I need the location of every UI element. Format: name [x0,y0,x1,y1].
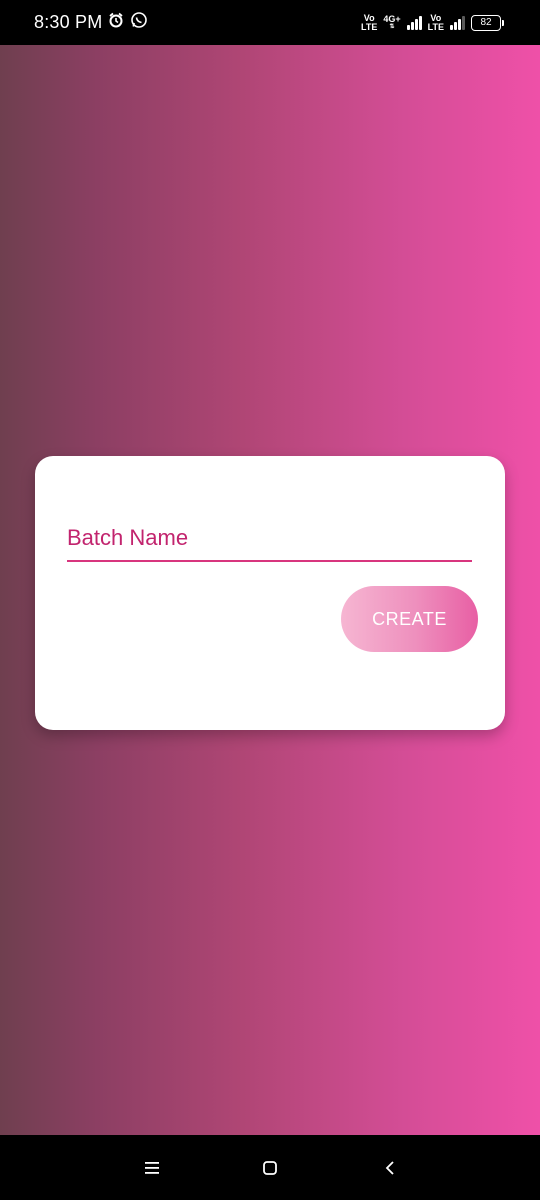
home-icon[interactable] [255,1155,285,1181]
back-icon[interactable] [375,1155,405,1181]
alarm-icon [108,12,124,33]
status-right: Vo LTE 4G+ ⇅ Vo LTE 82 [361,12,504,32]
battery-level: 82 [471,14,501,31]
batch-name-input[interactable] [67,516,472,560]
whatsapp-icon [130,11,148,34]
battery-icon: 82 [471,14,504,31]
gradient-background: CREATE [0,45,540,1135]
signal-strength-icon [406,15,422,30]
create-batch-card: CREATE [35,456,505,730]
signal-strength-icon-2 [450,15,465,30]
volte-label-1: Vo LTE [361,12,378,32]
create-button[interactable]: CREATE [341,586,478,652]
batch-name-field[interactable] [67,516,472,562]
status-time: 8:30 PM [34,12,103,32]
menu-icon[interactable] [137,1155,167,1181]
volte-label-2: Vo LTE [427,12,444,32]
status-bar: 8:30 PM Vo LTE 4G+ ⇅ Vo LTE 82 [0,0,540,45]
status-left: 8:30 PM [34,11,148,34]
network-type-label: 4G+ ⇅ [383,14,401,31]
navigation-bar [0,1135,540,1200]
